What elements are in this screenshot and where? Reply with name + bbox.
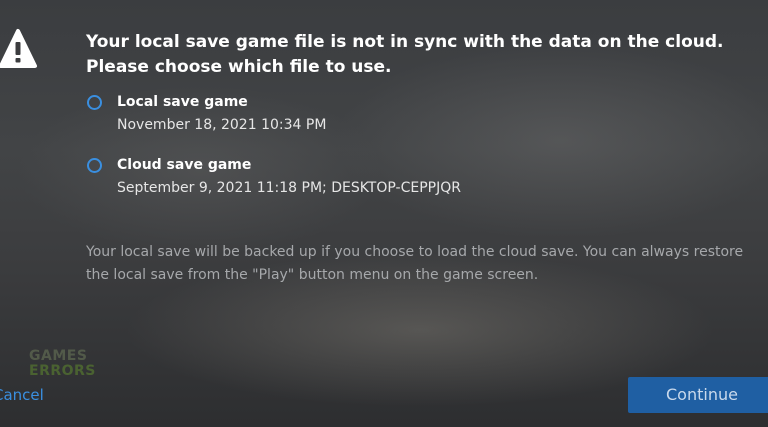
continue-button[interactable]: Continue	[628, 377, 768, 413]
watermark-line-2: ERRORS	[29, 363, 96, 379]
option-detail-cloud: September 9, 2021 11:18 PM; DESKTOP-CEPP…	[117, 180, 461, 196]
warning-icon	[0, 29, 37, 68]
watermark-line-1: GAMES	[29, 348, 88, 364]
dialog-heading: Your local save game file is not in sync…	[86, 30, 766, 80]
backup-note: Your local save will be backed up if you…	[86, 244, 744, 283]
option-detail-local: November 18, 2021 10:34 PM	[117, 117, 327, 133]
heading-line-1: Your local save game file is not in sync…	[86, 32, 724, 52]
radio-local-save[interactable]	[87, 95, 102, 110]
watermark-logo: GAMES ERRORS	[29, 349, 96, 379]
option-cloud-save[interactable]: Cloud save game September 9, 2021 11:18 …	[86, 156, 706, 206]
heading-line-2: Please choose which file to use.	[86, 57, 392, 77]
option-label-local: Local save game	[117, 94, 248, 110]
option-local-save[interactable]: Local save game November 18, 2021 10:34 …	[86, 93, 706, 143]
cancel-button[interactable]: Cancel	[0, 385, 44, 405]
cloud-sync-dialog: Your local save game file is not in sync…	[0, 0, 768, 427]
radio-cloud-save[interactable]	[87, 158, 102, 173]
option-label-cloud: Cloud save game	[117, 157, 252, 173]
